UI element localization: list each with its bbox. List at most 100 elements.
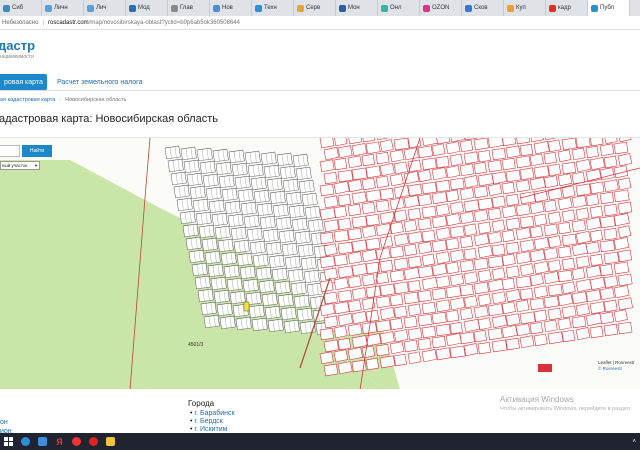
land-parcel (236, 252, 253, 267)
insecure-label[interactable]: Небезопасно (0, 20, 38, 26)
land-parcel (445, 189, 460, 203)
browser-tab[interactable]: Глав (168, 0, 210, 16)
land-parcel (347, 138, 363, 145)
tab-land-tax-calculation[interactable]: Расчет земельного налога (53, 74, 147, 90)
browser-tab[interactable]: Личн (42, 0, 84, 16)
system-tray[interactable]: ˄ (632, 439, 640, 445)
edge-icon[interactable] (17, 433, 34, 450)
browser-tab[interactable]: кадр (546, 0, 588, 16)
city-link-berdsk[interactable]: г. Бердск (190, 418, 235, 426)
land-parcel (585, 312, 603, 327)
land-parcel (271, 267, 288, 282)
browser-tab[interactable]: Нов (210, 0, 252, 16)
land-parcel (393, 233, 409, 247)
footer-link-1[interactable]: он (0, 419, 8, 426)
url-host[interactable]: roscadastr.com (48, 20, 89, 26)
land-parcel (379, 355, 396, 369)
tab-cadastral-map[interactable]: ровая карта (0, 74, 47, 90)
explorer-icon[interactable] (34, 433, 51, 450)
land-parcel (323, 363, 339, 377)
folder-icon[interactable] (102, 433, 119, 450)
land-parcel (407, 207, 422, 221)
parcel-number-label: 4501/3 (188, 342, 204, 348)
browser-tab[interactable]: Серв (294, 0, 336, 16)
land-parcel (463, 151, 479, 165)
land-parcel (403, 291, 419, 305)
land-parcel (505, 288, 521, 303)
land-parcel (459, 283, 474, 297)
land-parcel (543, 175, 559, 189)
map-canvas[interactable] (0, 138, 640, 389)
breadcrumb: ая кадастровая карта › Новосибирская облас… (0, 97, 126, 103)
address-bar[interactable]: Небезопасно | roscadastr.com /map/novosi… (0, 16, 640, 30)
land-parcel (617, 153, 633, 167)
land-parcel (255, 266, 272, 281)
land-parcel (585, 193, 600, 207)
land-parcel (477, 293, 492, 307)
land-parcel (491, 171, 507, 185)
land-parcel (351, 167, 368, 181)
land-parcel (202, 173, 219, 188)
land-parcel (307, 218, 324, 233)
land-parcel (337, 241, 354, 255)
land-parcel (361, 225, 377, 239)
site-nav-tabs: ровая карта Расчет земельного налога (0, 74, 152, 90)
yandex-browser-icon[interactable] (68, 433, 85, 450)
browser-tab[interactable]: Лич (84, 0, 126, 16)
land-parcel (333, 349, 349, 363)
windows-start-icon[interactable] (0, 433, 17, 450)
land-parcel (365, 141, 381, 155)
land-parcel (589, 325, 604, 339)
site-logo[interactable]: дастр (0, 38, 35, 53)
tab-favicon-icon (213, 4, 220, 12)
land-parcel (389, 317, 404, 331)
browser-tab[interactable]: Техн (252, 0, 294, 16)
land-parcel (265, 241, 282, 256)
browser-tab[interactable]: OZON (420, 0, 462, 16)
land-parcel (529, 321, 543, 335)
land-parcel (519, 287, 534, 301)
browser-tab[interactable]: Мод (126, 0, 168, 16)
city-link-barabinsk[interactable]: г. Барабинск (190, 410, 234, 418)
land-parcel (585, 145, 599, 159)
land-parcel (449, 273, 465, 287)
browser-tab[interactable]: Онл (378, 0, 420, 16)
site-logo-subtitle: недвижимости (0, 54, 34, 60)
land-parcel (435, 251, 451, 265)
browser-tab[interactable]: Куп (504, 0, 546, 16)
land-parcel (421, 349, 438, 363)
chevron-up-icon[interactable]: ˄ (632, 439, 636, 445)
object-type-select[interactable]: ный участок ▼ (0, 161, 40, 170)
yandex-icon[interactable]: Я (51, 433, 68, 450)
land-parcel (365, 213, 380, 227)
map-credit[interactable]: © Rosreestr (598, 366, 623, 371)
land-parcel (599, 311, 615, 325)
browser-tab-label: Онл (390, 5, 402, 11)
browser-tab[interactable]: Публ (588, 0, 630, 16)
land-parcel (617, 201, 633, 215)
land-parcel (459, 307, 474, 321)
land-parcel (208, 199, 225, 214)
land-parcel (617, 177, 632, 191)
opera-icon[interactable] (85, 433, 102, 450)
map-search-button[interactable]: Найти (22, 145, 52, 157)
url-path[interactable]: /map/novosibirskaya-oblast?yclid=b0p6ab5… (89, 20, 240, 26)
land-parcel (477, 197, 494, 211)
map-search-input[interactable] (0, 145, 20, 157)
land-parcel (248, 304, 265, 319)
land-parcel (242, 278, 259, 293)
land-parcel (375, 199, 390, 213)
land-parcel (575, 159, 592, 173)
browser-tab[interactable]: Мон (336, 0, 378, 16)
map-attribution[interactable]: Leaflet | Rosreestr (598, 360, 635, 365)
land-parcel (198, 224, 215, 239)
cadastral-map[interactable] (0, 137, 640, 389)
land-parcel (533, 165, 550, 179)
land-parcel (463, 271, 479, 285)
land-parcel (375, 138, 391, 141)
land-parcel (491, 314, 508, 329)
land-parcel (389, 221, 404, 235)
browser-tab[interactable]: Сков (462, 0, 504, 16)
browser-tab[interactable]: Сиб (0, 0, 42, 16)
breadcrumb-link-cadastral-map[interactable]: ая кадастровая карта (0, 97, 55, 103)
